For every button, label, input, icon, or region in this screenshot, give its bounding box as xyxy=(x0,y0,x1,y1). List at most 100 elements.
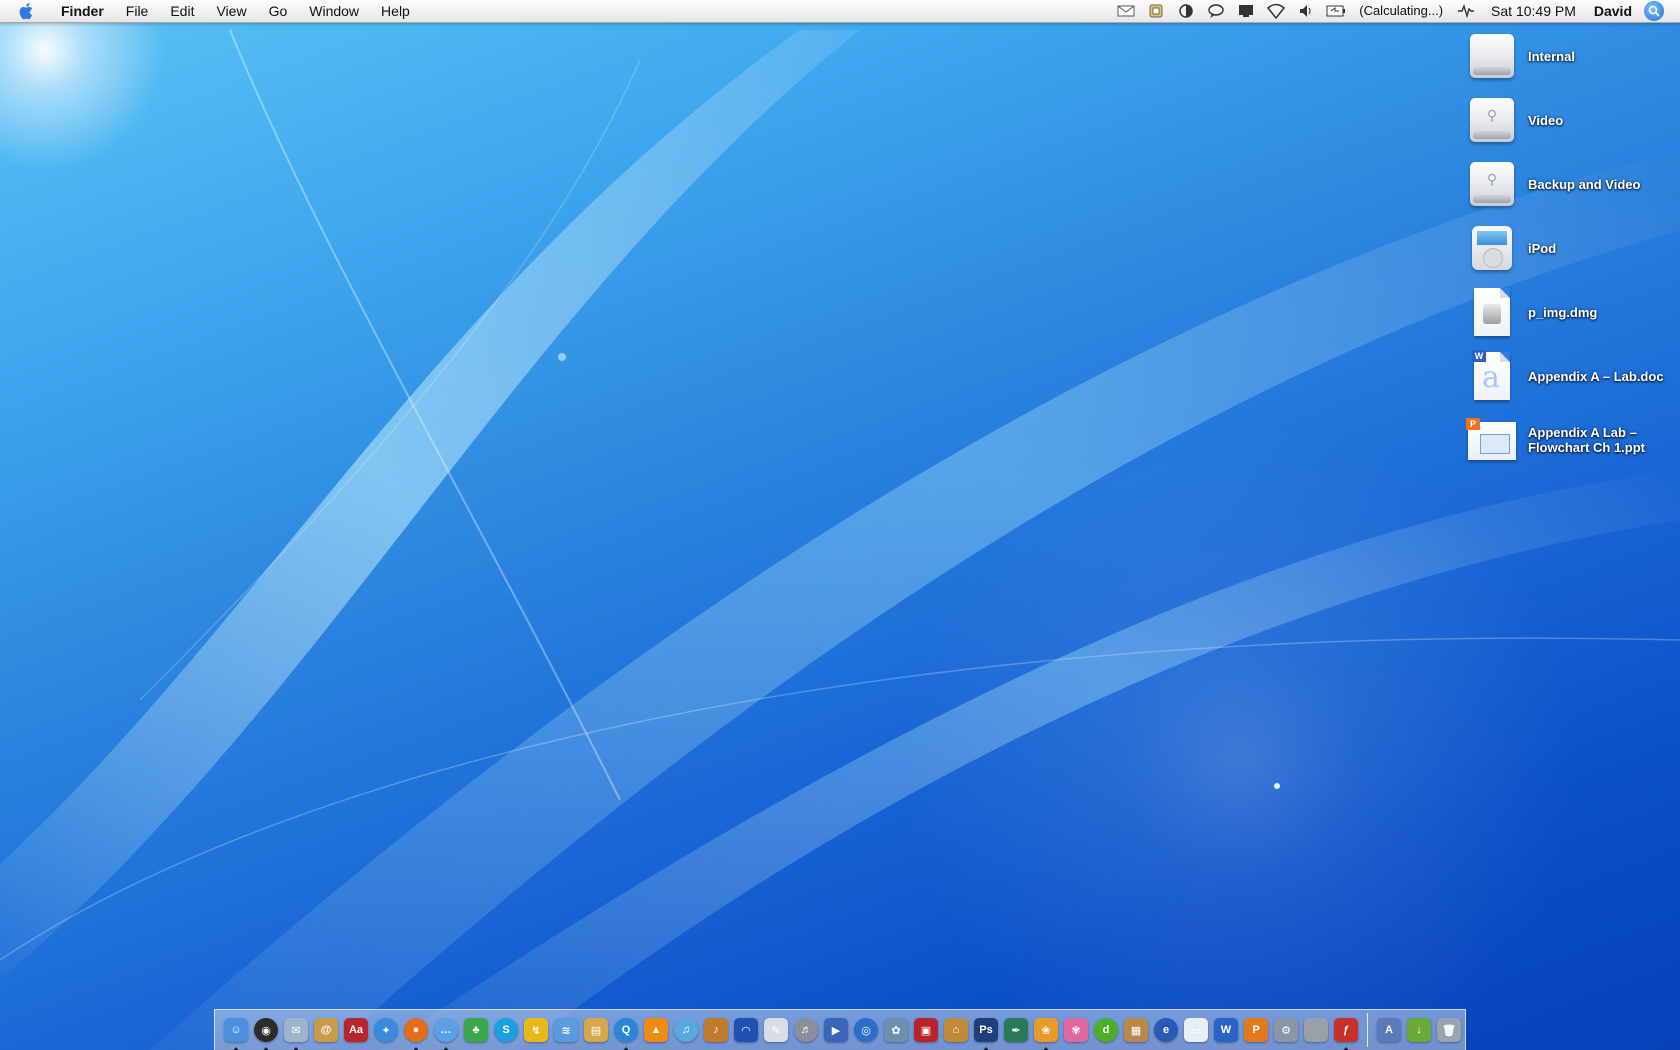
desktop-icon-internal[interactable]: Internal xyxy=(1464,28,1674,84)
adium-dock-item[interactable]: ♣ xyxy=(463,1016,489,1044)
vlc-dock-item[interactable]: ▲ xyxy=(643,1016,669,1044)
ie-dock-item[interactable]: e xyxy=(1153,1016,1179,1044)
illustrator-pen-dock-item[interactable]: ✒ xyxy=(1003,1016,1029,1044)
textedit-dock-item[interactable]: ✎ xyxy=(763,1016,789,1044)
volume-icon[interactable] xyxy=(1295,0,1317,22)
desktop-icon-backup-and-video[interactable]: ⚲ Backup and Video xyxy=(1464,156,1674,212)
imovie-dock-item[interactable]: ▶ xyxy=(823,1016,849,1044)
flower-app-dock-item[interactable]: ❀ xyxy=(1033,1016,1059,1050)
itunes-icon: ♫ xyxy=(674,1018,698,1042)
sync-icon[interactable] xyxy=(1145,0,1167,22)
dock: ☺ ◉ ✉ @ Aa ✦ ●… ♣ S ↯ ≋ ▤ Q ▲ ♫ ♪ ◠ ✎ ♬ ▶ ◎ ✿ ▣ ⌂ Ps ✒ ❀ ✾ d ▦ e ▭ W P ⚙ ƒ … xyxy=(214,1009,1466,1050)
automator-dock-item[interactable]: ⚙ xyxy=(1273,1016,1299,1044)
piano-icon: ♬ xyxy=(794,1018,818,1042)
piano-dock-item[interactable]: ♬ xyxy=(793,1016,819,1044)
itunes-dock-item[interactable]: ♫ xyxy=(673,1016,699,1044)
desktop[interactable]: Finder File Edit View Go Window Help (Ca… xyxy=(0,0,1680,1050)
ichat-status-icon[interactable] xyxy=(1205,0,1227,22)
finder-dock-item[interactable]: ☺ xyxy=(223,1016,249,1050)
iphoto-dock-item[interactable]: ✿ xyxy=(883,1016,909,1044)
menu-help[interactable]: Help xyxy=(370,0,421,22)
photoshop-icon: Ps xyxy=(974,1018,998,1042)
desktop-icon-label: iPod xyxy=(1528,240,1557,256)
fast-user-switch[interactable]: David xyxy=(1594,0,1632,22)
dashboard-dock-item[interactable]: ◉ xyxy=(253,1016,279,1050)
preview-dock-item[interactable]: ▤ xyxy=(583,1016,609,1044)
flash-icon: ƒ xyxy=(1334,1018,1358,1042)
pages-icon: ▭ xyxy=(1184,1018,1208,1042)
menu-window[interactable]: Window xyxy=(298,0,370,22)
menu-edit[interactable]: Edit xyxy=(159,0,205,22)
pages-dock-item[interactable]: ▭ xyxy=(1183,1016,1209,1044)
adium-icon: ♣ xyxy=(464,1018,488,1042)
audio-player-icon: ◠ xyxy=(734,1018,758,1042)
keynote-dock-item[interactable]: ▦ xyxy=(1123,1016,1149,1044)
menu-go[interactable]: Go xyxy=(258,0,299,22)
menu-bar: Finder File Edit View Go Window Help (Ca… xyxy=(0,0,1680,23)
desktop-icon-video[interactable]: ⚲ Video xyxy=(1464,92,1674,148)
flower-app-icon: ❀ xyxy=(1034,1018,1058,1042)
transmit-dock-item[interactable]: ↯ xyxy=(523,1016,549,1044)
menu-clock[interactable]: Sat 10:49 PM xyxy=(1491,0,1576,22)
time-machine-icon[interactable] xyxy=(1175,0,1197,22)
firefox-dock-item[interactable]: ● xyxy=(403,1016,429,1050)
textedit-icon: ✎ xyxy=(764,1018,788,1042)
preview-icon: ▤ xyxy=(584,1018,608,1042)
address-book-dock-item[interactable]: @ xyxy=(313,1016,339,1044)
trash-dock-item[interactable]: 🗑 xyxy=(1436,1016,1462,1044)
downloads-stack-dock-item[interactable]: ↓ xyxy=(1406,1016,1432,1044)
transmit-icon: ↯ xyxy=(524,1018,548,1042)
applications-stack-dock-item[interactable]: A xyxy=(1376,1016,1402,1044)
ichat-dock-item[interactable]: … xyxy=(433,1016,459,1050)
menu-file[interactable]: File xyxy=(115,0,160,22)
mail-envelope-icon[interactable] xyxy=(1115,0,1137,22)
airport-utility-dock-item[interactable]: ≋ xyxy=(553,1016,579,1044)
display-mirroring-icon[interactable] xyxy=(1235,0,1257,22)
menu-view[interactable]: View xyxy=(205,0,257,22)
address-book-icon: @ xyxy=(314,1018,338,1042)
desktop-icon-appendix-a-flowchart-ppt[interactable]: P Appendix A Lab – Flowchart Ch 1.ppt xyxy=(1464,412,1674,468)
battery-status-text[interactable]: (Calculating...) xyxy=(1359,0,1443,22)
desktop-icon-label: Backup and Video xyxy=(1528,176,1641,192)
safari-dock-item[interactable]: ✦ xyxy=(373,1016,399,1044)
powerpoint-icon: P xyxy=(1244,1018,1268,1042)
illustrator-pen-icon: ✒ xyxy=(1004,1018,1028,1042)
word-dock-item[interactable]: W xyxy=(1213,1016,1239,1044)
audio-player-dock-item[interactable]: ◠ xyxy=(733,1016,759,1044)
garageband-icon: ♪ xyxy=(704,1018,728,1042)
menu-extras: (Calculating...) Sat 10:49 PM David xyxy=(1111,0,1680,22)
quicktime-icon: Q xyxy=(614,1018,638,1042)
desktop-icon-ipod[interactable]: iPod xyxy=(1464,220,1674,276)
desktop-icon-label: Appendix A Lab – Flowchart Ch 1.ppt xyxy=(1528,425,1645,455)
battery-icon[interactable] xyxy=(1325,0,1347,22)
ichat-icon: … xyxy=(434,1018,458,1042)
menu-finder[interactable]: Finder xyxy=(50,0,115,22)
airport-wifi-icon[interactable] xyxy=(1265,0,1287,22)
skype-dock-item[interactable]: S xyxy=(493,1016,519,1044)
system-prefs-dock-item[interactable] xyxy=(1303,1016,1329,1044)
dictionary-icon: Aa xyxy=(344,1018,368,1042)
desktop-icon-appendix-a-lab-doc[interactable]: aW Appendix A – Lab.doc xyxy=(1464,348,1674,404)
idvd-icon: ◎ xyxy=(854,1018,878,1042)
usb-drive-icon: ⚲ xyxy=(1464,156,1520,212)
photo-booth-dock-item[interactable]: ▣ xyxy=(913,1016,939,1044)
dreamweaver-dock-item[interactable]: d xyxy=(1093,1016,1119,1044)
idvd-dock-item[interactable]: ◎ xyxy=(853,1016,879,1044)
dictionary-dock-item[interactable]: Aa xyxy=(343,1016,369,1044)
apple-menu-icon[interactable] xyxy=(16,0,38,22)
flash-dock-item[interactable]: ƒ xyxy=(1333,1016,1359,1050)
quicktime-dock-item[interactable]: Q xyxy=(613,1016,639,1050)
pinwheel-app-dock-item[interactable]: ✾ xyxy=(1063,1016,1089,1044)
powerpoint-dock-item[interactable]: P xyxy=(1243,1016,1269,1044)
garageband-dock-item[interactable]: ♪ xyxy=(703,1016,729,1044)
photoshop-dock-item[interactable]: Ps xyxy=(973,1016,999,1050)
photo-booth-icon: ▣ xyxy=(914,1018,938,1042)
keynote-icon: ▦ xyxy=(1124,1018,1148,1042)
mail-dock-item[interactable]: ✉ xyxy=(283,1016,309,1050)
desktop-icon-p-img-dmg[interactable]: p_img.dmg xyxy=(1464,284,1674,340)
activity-icon[interactable] xyxy=(1455,0,1477,22)
image-capture-dock-item[interactable]: ⌂ xyxy=(943,1016,969,1044)
spotlight-search-icon[interactable] xyxy=(1644,1,1664,21)
firefox-icon: ● xyxy=(404,1018,428,1042)
automator-icon: ⚙ xyxy=(1274,1018,1298,1042)
